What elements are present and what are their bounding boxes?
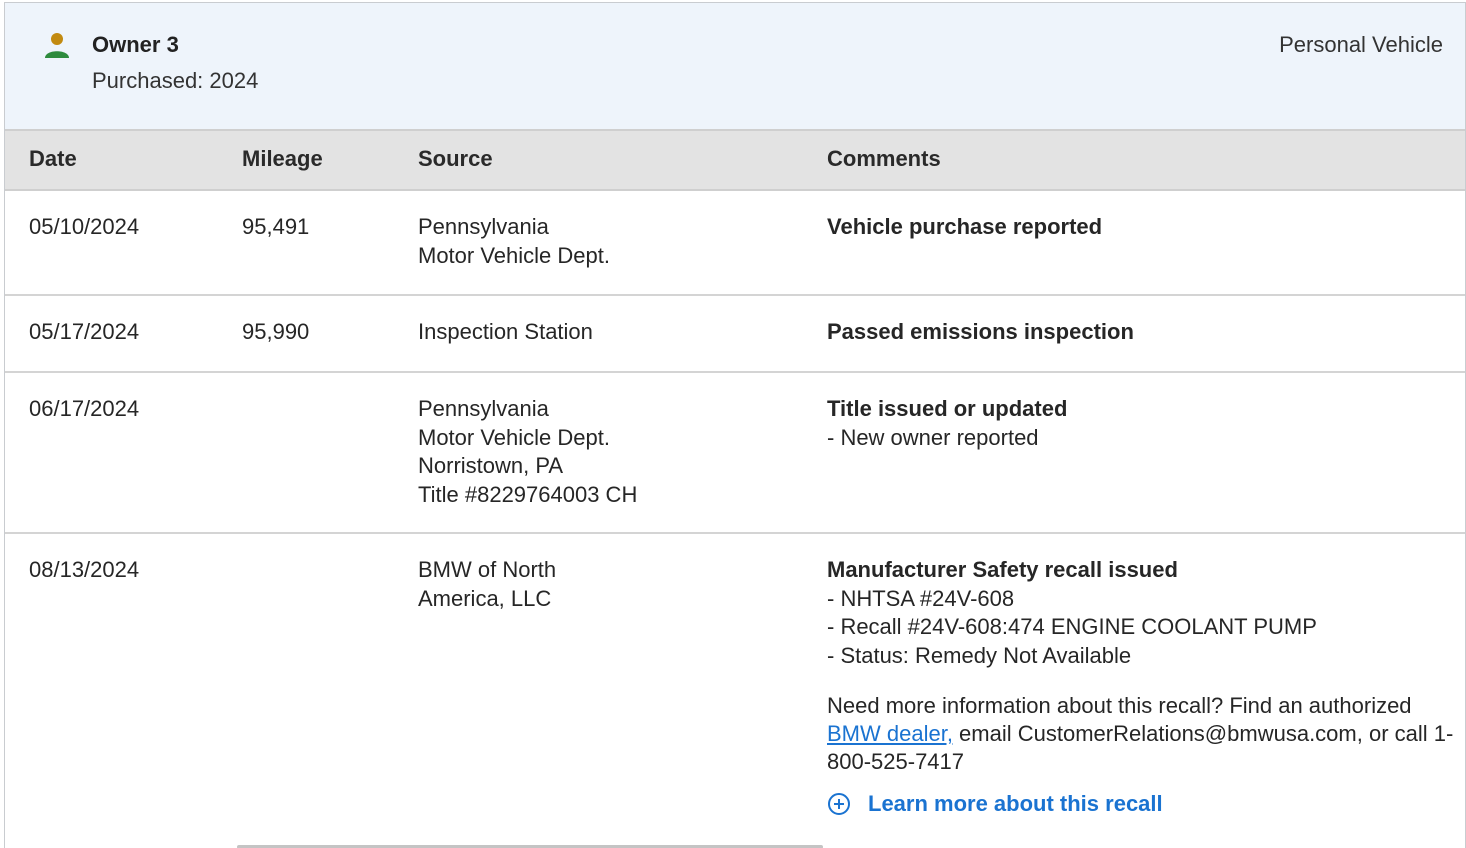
row-date: 05/10/2024 <box>29 214 140 239</box>
source-line: America, LLC <box>418 585 552 611</box>
column-header-date: Date <box>29 146 77 171</box>
comment-bullet: - NHTSA #24V-608 <box>827 585 1015 611</box>
bmw-dealer-link[interactable]: BMW dealer, <box>827 721 953 746</box>
table-row: 05/17/2024 95,990 Inspection Station Pas… <box>5 296 1465 373</box>
recall-note-text: Need more information about this recall?… <box>827 693 1412 718</box>
table-row: 05/10/2024 95,491 Pennsylvania Motor Veh… <box>5 191 1465 296</box>
learn-more-label: Learn more about this recall <box>868 791 1163 816</box>
comment-bullet: - Status: Remedy Not Available <box>827 642 1132 668</box>
comment-bullet: - New owner reported <box>827 424 1039 450</box>
table-header: Date Mileage Source Comments <box>5 129 1465 191</box>
owner-purchased-year: Purchased: 2024 <box>92 68 259 93</box>
owner-history-card: Owner 3 Purchased: 2024 Personal Vehicle… <box>4 2 1466 848</box>
row-mileage: 95,491 <box>242 214 310 239</box>
row-source: Inspection Station <box>418 318 808 347</box>
source-line: Inspection Station <box>418 319 593 344</box>
person-icon <box>45 33 69 58</box>
table-row: 06/17/2024 Pennsylvania Motor Vehicle De… <box>5 373 1465 534</box>
source-line: Pennsylvania <box>418 396 549 421</box>
source-line: Norristown, PA <box>418 453 564 478</box>
vehicle-type: Personal Vehicle <box>1279 32 1443 57</box>
owner-header: Owner 3 Purchased: 2024 Personal Vehicle <box>5 3 1465 129</box>
table-row: 08/13/2024 BMW of North America, LLC Man… <box>5 534 1465 848</box>
row-date: 06/17/2024 <box>29 396 140 421</box>
source-line: Motor Vehicle Dept. <box>418 424 610 450</box>
learn-more-recall-button[interactable]: Learn more about this recall <box>827 790 1457 819</box>
comment-title: Vehicle purchase reported <box>827 214 1103 239</box>
source-line: BMW of North <box>418 557 557 582</box>
source-line: Title #8229764003 CH <box>418 481 638 507</box>
column-header-source: Source <box>418 146 493 171</box>
column-header-mileage: Mileage <box>242 146 323 171</box>
row-date: 08/13/2024 <box>29 557 140 582</box>
source-line: Pennsylvania <box>418 214 549 239</box>
row-comments: Title issued or updated - New owner repo… <box>827 395 1457 452</box>
row-date: 05/17/2024 <box>29 319 140 344</box>
column-header-comments: Comments <box>827 146 941 171</box>
row-comments: Manufacturer Safety recall issued - NHTS… <box>827 556 1457 819</box>
source-line: Motor Vehicle Dept. <box>418 242 610 268</box>
row-source: Pennsylvania Motor Vehicle Dept. Norrist… <box>418 395 808 509</box>
plus-circle-icon <box>828 793 850 816</box>
owner-name: Owner 3 <box>92 32 179 57</box>
row-source: BMW of North America, LLC <box>418 556 808 613</box>
row-comments: Vehicle purchase reported <box>827 213 1457 242</box>
row-mileage: 95,990 <box>242 319 310 344</box>
comment-bullet: - Recall #24V-608:474 ENGINE COOLANT PUM… <box>827 614 1317 639</box>
row-comments: Passed emissions inspection <box>827 318 1457 347</box>
recall-info-note: Need more information about this recall?… <box>827 692 1457 776</box>
comment-title: Passed emissions inspection <box>827 319 1134 344</box>
comment-title: Title issued or updated <box>827 396 1068 421</box>
row-source: Pennsylvania Motor Vehicle Dept. <box>418 213 808 270</box>
comment-title: Manufacturer Safety recall issued <box>827 557 1178 582</box>
